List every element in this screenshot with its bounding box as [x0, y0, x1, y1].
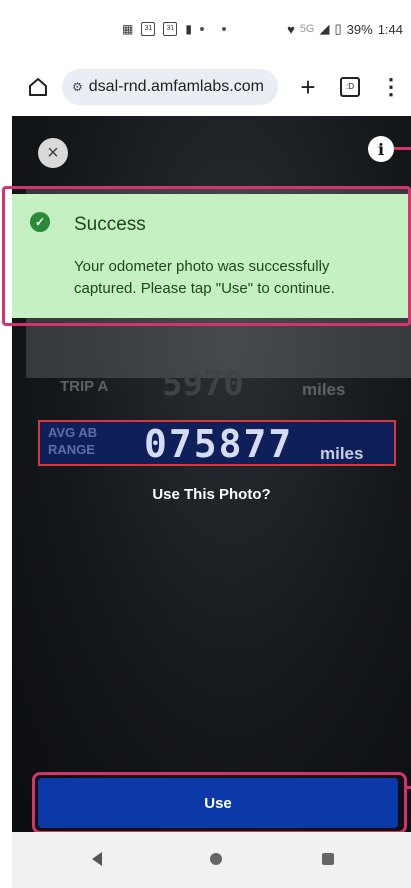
network-type: 5G: [299, 23, 315, 35]
odometer-unit: miles: [320, 444, 364, 463]
home-icon[interactable]: [24, 73, 52, 101]
info-button[interactable]: i: [368, 136, 394, 162]
annotation-pointer-use: [406, 786, 411, 789]
url-text: dsal-rnd.amfamlabs.com: [88, 78, 264, 95]
tab-switcher-icon[interactable]: :D: [340, 77, 360, 97]
calendar-icon: 31: [141, 22, 156, 36]
url-bar[interactable]: ⚙ dsal-rnd.amfamlabs.com: [62, 69, 278, 105]
close-button[interactable]: ×: [38, 138, 68, 168]
trip-label: TRIP A: [60, 378, 109, 395]
annotation-pointer: [394, 147, 411, 150]
trip-unit: miles: [302, 380, 346, 399]
wifi-icon: ♥: [287, 21, 295, 37]
notification-dot-icon: [199, 27, 204, 31]
odometer-strip: AVG AB RANGE 075877 miles: [38, 420, 396, 466]
recent-apps-icon[interactable]: [322, 853, 334, 865]
info-icon: i: [377, 139, 385, 159]
battery-level: 39%: [346, 21, 373, 37]
teams-icon: ▦: [122, 22, 134, 36]
more-menu-icon[interactable]: ⋮: [380, 74, 402, 100]
odometer-reading: 075877: [144, 422, 294, 466]
use-photo-prompt: Use This Photo?: [152, 486, 271, 503]
signal-icon: ◢: [319, 21, 330, 36]
back-icon[interactable]: [92, 852, 102, 866]
screen: ▦ 31 31 ▮ ♥ 5G ◢ ▯ 39% 1:44 ⚙ dsal-rnd.a…: [0, 0, 411, 888]
status-indicators: ♥ 5G ◢ ▯ 39% 1:44: [287, 21, 403, 37]
home-nav-icon[interactable]: [210, 853, 222, 865]
calendar-icon-2: 31: [163, 22, 178, 36]
system-nav-bar: [12, 832, 411, 888]
clock: 1:44: [377, 21, 403, 37]
notification-dot-icon-2: [221, 27, 226, 31]
browser-toolbar: ⚙ dsal-rnd.amfamlabs.com + :D ⋮: [12, 58, 411, 116]
close-icon: ×: [47, 142, 59, 164]
new-tab-icon[interactable]: +: [294, 72, 322, 103]
range-label: RANGE: [48, 442, 95, 457]
annotation-highlight-use: [32, 772, 407, 834]
avg-label: AVG AB: [48, 425, 98, 440]
annotation-highlight-alert: [2, 186, 411, 326]
status-bar: ▦ 31 31 ▮ ♥ 5G ◢ ▯ 39% 1:44: [12, 0, 411, 58]
trip-reading: 5970: [162, 364, 244, 404]
site-settings-icon[interactable]: ⚙: [72, 80, 83, 94]
trip-info-labels: AVG AB RANGE: [48, 424, 97, 458]
home-icon-svg: [29, 78, 47, 96]
battery-icon: ▯: [334, 21, 342, 36]
video-icon: ▮: [185, 22, 192, 36]
